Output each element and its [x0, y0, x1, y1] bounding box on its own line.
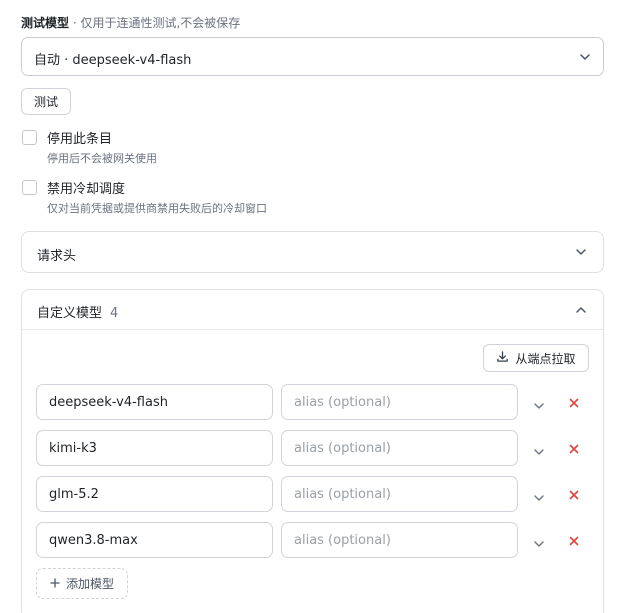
model-name-value: glm-5.2 — [49, 487, 99, 502]
disable-entry-desc: 停用后不会被网关使用 — [47, 152, 157, 165]
close-icon[interactable] — [569, 535, 579, 546]
fetch-from-endpoint-label: 从端点拉取 — [515, 351, 576, 366]
disable-cooldown-checkbox[interactable] — [22, 180, 37, 195]
plus-icon — [50, 577, 60, 591]
test-model-title: 测试模型 — [21, 16, 70, 30]
model-name-input[interactable]: glm-5.2 — [36, 476, 273, 512]
custom-models-count: 4 — [110, 306, 119, 321]
chevron-up-icon[interactable] — [575, 306, 587, 314]
request-headers-title: 请求头 — [37, 249, 77, 264]
model-alias-input[interactable]: alias (optional) — [281, 384, 518, 420]
test-model-label: 测试模型 · 仅用于连通性测试,不会被保存 — [21, 14, 240, 31]
test-model-selected-value: 自动 · deepseek-v4-flash — [34, 53, 192, 68]
alias-placeholder: alias (optional) — [294, 533, 391, 548]
model-name-value: qwen3.8-max — [49, 533, 138, 548]
close-icon[interactable] — [569, 489, 579, 500]
chevron-down-icon — [575, 248, 587, 256]
download-icon — [496, 350, 509, 366]
chevron-down-icon[interactable] — [533, 491, 545, 501]
alias-placeholder: alias (optional) — [294, 441, 391, 456]
custom-models-title: 自定义模型 — [37, 306, 103, 321]
close-icon[interactable] — [569, 443, 579, 454]
alias-placeholder: alias (optional) — [294, 487, 391, 502]
model-name-input[interactable]: qwen3.8-max — [36, 522, 273, 558]
add-model-button[interactable]: 添加模型 — [36, 568, 128, 599]
alias-placeholder: alias (optional) — [294, 395, 391, 410]
disable-entry-checkbox[interactable] — [22, 130, 37, 145]
model-alias-input[interactable]: alias (optional) — [281, 476, 518, 512]
panel-divider — [22, 329, 603, 330]
chevron-down-icon — [579, 53, 591, 61]
chevron-down-icon[interactable] — [533, 399, 545, 409]
custom-models-panel: 自定义模型 4 从端点拉取 deepseek-v4-flash alias (op… — [21, 289, 604, 613]
fetch-from-endpoint-button[interactable]: 从端点拉取 — [483, 344, 589, 372]
add-model-label: 添加模型 — [65, 577, 114, 591]
chevron-down-icon[interactable] — [533, 537, 545, 547]
chevron-down-icon[interactable] — [533, 445, 545, 455]
request-headers-panel[interactable]: 请求头 — [21, 231, 604, 273]
model-alias-input[interactable]: alias (optional) — [281, 522, 518, 558]
custom-models-header[interactable]: 自定义模型 4 — [37, 302, 118, 321]
test-button[interactable]: 测试 — [21, 88, 71, 115]
model-name-value: deepseek-v4-flash — [49, 395, 168, 410]
model-name-input[interactable]: deepseek-v4-flash — [36, 384, 273, 420]
disable-cooldown-desc: 仅对当前凭据或提供商禁用失败后的冷却窗口 — [47, 202, 267, 215]
disable-cooldown-title: 禁用冷却调度 — [47, 182, 126, 197]
close-icon[interactable] — [569, 397, 579, 408]
test-model-select[interactable]: 自动 · deepseek-v4-flash — [21, 37, 604, 76]
disable-entry-title: 停用此条目 — [47, 132, 113, 147]
model-name-input[interactable]: kimi-k3 — [36, 430, 273, 466]
model-name-value: kimi-k3 — [49, 441, 97, 456]
test-model-hint: · 仅用于连通性测试,不会被保存 — [69, 16, 241, 30]
model-alias-input[interactable]: alias (optional) — [281, 430, 518, 466]
